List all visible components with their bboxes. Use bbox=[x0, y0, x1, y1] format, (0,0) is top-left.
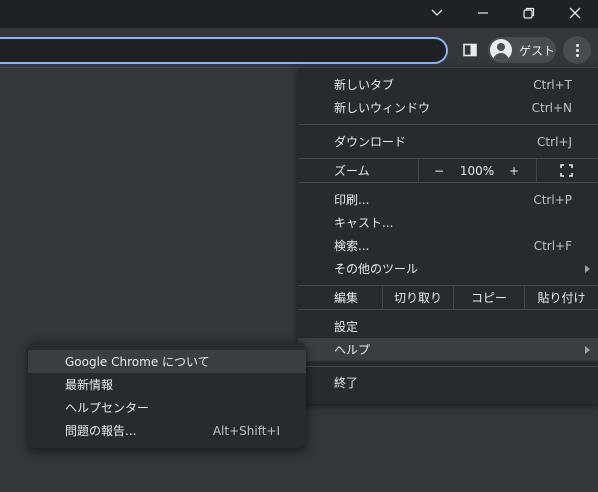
cut-button[interactable]: 切り取り bbox=[383, 289, 453, 306]
fullscreen-icon[interactable] bbox=[560, 164, 573, 180]
paste-button[interactable]: 貼り付け bbox=[525, 289, 598, 306]
menu-item-exit[interactable]: 終了 bbox=[298, 371, 598, 394]
menu-item-label: 印刷... bbox=[334, 193, 370, 207]
copy-button[interactable]: コピー bbox=[454, 289, 524, 306]
menu-item-shortcut: Ctrl+J bbox=[537, 134, 572, 149]
kebab-dot-icon bbox=[575, 48, 579, 52]
menu-item-label: 検索... bbox=[334, 239, 370, 253]
side-panel-icon[interactable] bbox=[458, 38, 482, 62]
chrome-main-menu: 新しいタブ Ctrl+T 新しいウィンドウ Ctrl+N ダウンロード Ctrl… bbox=[298, 68, 598, 404]
submenu-item-whats-new[interactable]: 最新情報 bbox=[28, 373, 306, 396]
menu-item-label: ダウンロード bbox=[334, 135, 407, 149]
menu-item-shortcut: Ctrl+P bbox=[533, 192, 572, 207]
edit-row: 編集 切り取り コピー 貼り付け bbox=[298, 286, 598, 309]
zoom-divider bbox=[418, 159, 419, 182]
submenu-arrow-icon bbox=[585, 265, 590, 273]
menu-item-label: その他のツール bbox=[334, 262, 419, 276]
submenu-item-about[interactable]: Google Chrome について bbox=[28, 350, 306, 373]
minimize-button[interactable] bbox=[460, 0, 506, 26]
menu-item-label: 新しいタブ bbox=[334, 78, 395, 92]
profile-label: ゲスト bbox=[519, 43, 556, 58]
menu-separator bbox=[298, 366, 598, 367]
menu-item-label: 新しいウィンドウ bbox=[334, 101, 431, 115]
zoom-divider bbox=[536, 159, 537, 182]
menu-item-shortcut: Ctrl+F bbox=[533, 238, 572, 253]
close-window-button[interactable] bbox=[552, 0, 598, 26]
menu-item-label: キャスト... bbox=[334, 216, 394, 230]
submenu-item-label: 最新情報 bbox=[65, 378, 114, 392]
toolbar: ゲスト bbox=[0, 28, 598, 68]
chrome-menu-button[interactable] bbox=[563, 36, 591, 64]
submenu-arrow-icon bbox=[585, 346, 590, 354]
menu-item-help[interactable]: ヘルプ bbox=[298, 338, 598, 361]
menu-item-downloads[interactable]: ダウンロード Ctrl+J bbox=[298, 130, 598, 153]
guest-avatar-icon bbox=[490, 39, 512, 61]
menu-separator bbox=[298, 309, 598, 310]
menu-item-find[interactable]: 検索... Ctrl+F bbox=[298, 234, 598, 257]
submenu-item-label: 問題の報告... bbox=[65, 424, 137, 438]
menu-separator bbox=[298, 124, 598, 125]
menu-item-label: 終了 bbox=[334, 376, 359, 390]
submenu-item-shortcut: Alt+Shift+I bbox=[212, 423, 280, 438]
zoom-out-button[interactable]: − bbox=[428, 164, 450, 178]
edit-label: 編集 bbox=[334, 291, 359, 305]
menu-item-settings[interactable]: 設定 bbox=[298, 315, 598, 338]
submenu-item-label: ヘルプセンター bbox=[65, 401, 150, 415]
menu-separator bbox=[298, 182, 598, 183]
menu-item-shortcut: Ctrl+T bbox=[533, 77, 572, 92]
address-bar[interactable] bbox=[0, 37, 448, 64]
zoom-in-button[interactable]: + bbox=[504, 164, 524, 178]
kebab-dot-icon bbox=[575, 43, 579, 47]
profile-button[interactable]: ゲスト bbox=[488, 37, 556, 63]
menu-item-new-window[interactable]: 新しいウィンドウ Ctrl+N bbox=[298, 96, 598, 119]
menu-item-label: ヘルプ bbox=[334, 343, 371, 357]
submenu-item-report-issue[interactable]: 問題の報告... Alt+Shift+I bbox=[28, 419, 306, 442]
zoom-row: ズーム − 100% + bbox=[298, 159, 598, 182]
title-bar bbox=[0, 0, 598, 28]
restore-button[interactable] bbox=[506, 0, 552, 26]
menu-item-new-tab[interactable]: 新しいタブ Ctrl+T bbox=[298, 73, 598, 96]
menu-item-print[interactable]: 印刷... Ctrl+P bbox=[298, 188, 598, 211]
tab-search-chevron-icon[interactable] bbox=[414, 0, 460, 26]
menu-item-shortcut: Ctrl+N bbox=[531, 100, 572, 115]
zoom-label: ズーム bbox=[334, 164, 370, 178]
submenu-item-label: Google Chrome について bbox=[65, 355, 210, 369]
menu-item-more-tools[interactable]: その他のツール bbox=[298, 257, 598, 280]
kebab-dot-icon bbox=[575, 53, 579, 57]
help-submenu: Google Chrome について 最新情報 ヘルプセンター 問題の報告...… bbox=[28, 342, 306, 448]
zoom-level: 100% bbox=[459, 163, 495, 178]
submenu-item-help-center[interactable]: ヘルプセンター bbox=[28, 396, 306, 419]
menu-item-label: 設定 bbox=[334, 320, 359, 334]
menu-item-cast[interactable]: キャスト... bbox=[298, 211, 598, 234]
